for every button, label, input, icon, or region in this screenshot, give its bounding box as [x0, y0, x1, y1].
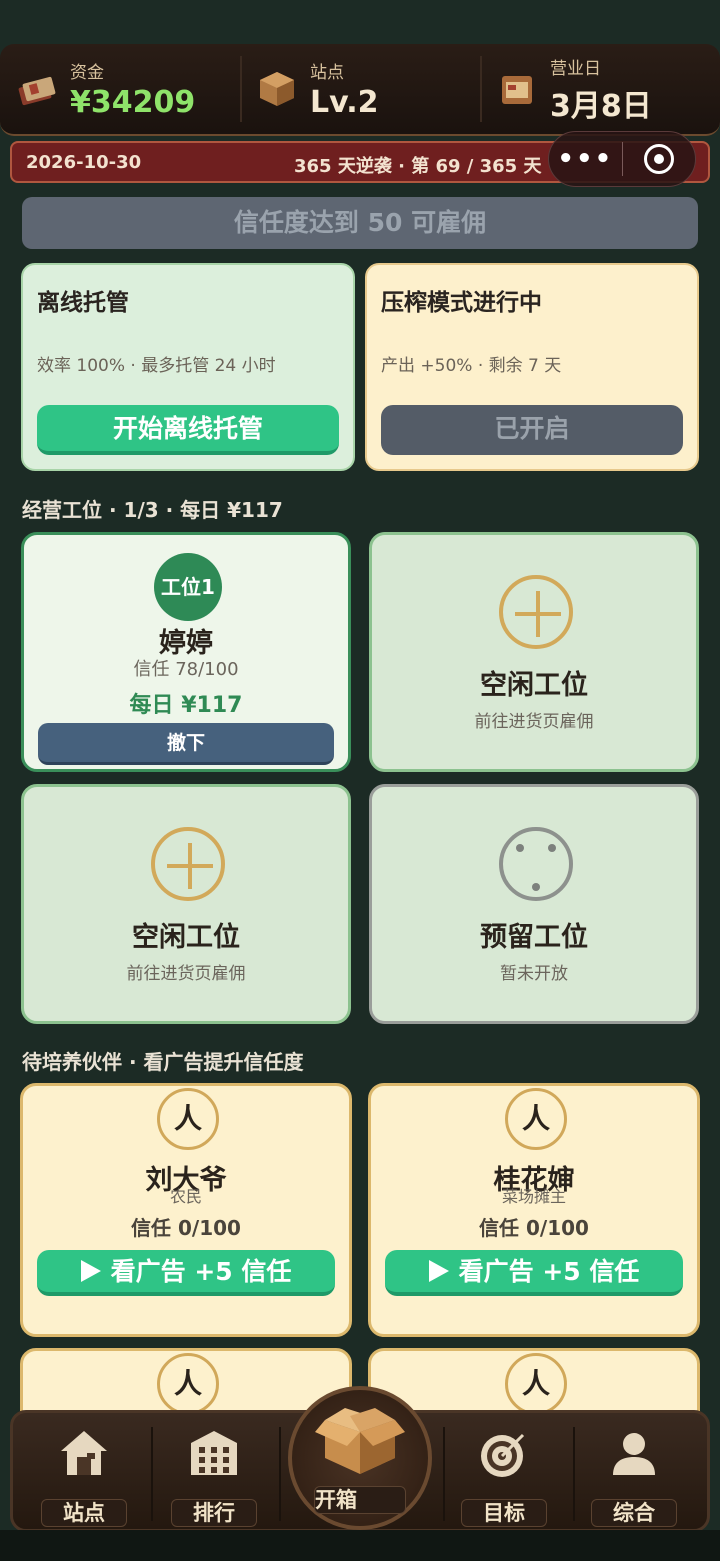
resource-bar: 资金 ¥34209 站点 Lv.2 营业日 3月8日: [0, 44, 720, 136]
stations-section-title: 经营工位 · 1/3 · 每日 ¥117: [22, 498, 283, 522]
nav-ranking-label: 排行: [171, 1499, 257, 1527]
mini-program-capsule: •••: [548, 131, 696, 187]
watch-ad-label: 看广告 +5 信任: [110, 1257, 292, 1286]
home-indicator-area: [0, 1530, 720, 1561]
station-label: 站点: [310, 63, 344, 83]
nav-ranking[interactable]: 排行: [149, 1423, 279, 1527]
close-mini-program-button[interactable]: [623, 144, 696, 174]
station-slot-1[interactable]: 工位1 婷婷 信任 78/100 每日 ¥117 撤下: [21, 532, 351, 772]
box-icon: [256, 68, 298, 110]
person-avatar-icon: 人: [157, 1353, 219, 1415]
offline-hosting-desc: 效率 100% · 最多托管 24 小时: [37, 356, 276, 376]
watch-ad-trust-button[interactable]: 看广告 +5 信任: [385, 1250, 683, 1296]
money-stack-icon: [16, 68, 58, 110]
slot-badge: 工位1: [154, 553, 222, 621]
plus-circle-icon: [499, 575, 573, 649]
nav-goal-label: 目标: [461, 1499, 547, 1527]
watch-ad-label: 看广告 +5 信任: [458, 1257, 640, 1286]
current-date: 2026-10-30: [26, 152, 142, 173]
slot-title: 空闲工位: [480, 670, 588, 701]
play-icon: [80, 1260, 101, 1282]
challenge-progress: 365 天逆袭 · 第 69 / 365 天: [294, 156, 542, 177]
worker-daily-income: 每日 ¥117: [129, 693, 243, 718]
nav-open-box[interactable]: 开箱: [288, 1386, 432, 1530]
partner-card: 人 刘大爷 农民 信任 0/100 看广告 +5 信任: [20, 1083, 352, 1337]
watch-ad-trust-button[interactable]: 看广告 +5 信任: [37, 1250, 335, 1296]
funds-label: 资金: [70, 63, 104, 83]
nav-station[interactable]: 站点: [19, 1423, 149, 1527]
slot-title: 预留工位: [480, 922, 588, 953]
squeeze-enabled-button: 已开启: [381, 405, 683, 455]
squeeze-mode-title: 压榨模式进行中: [381, 290, 542, 316]
slot-subtitle: 暂未开放: [500, 964, 568, 984]
slot-subtitle: 前往进货页雇佣: [126, 964, 246, 984]
hire-requirement-banner: 信任度达到 50 可雇佣: [22, 197, 698, 249]
nav-goal[interactable]: 目标: [439, 1423, 569, 1527]
worker-trust: 信任 78/100: [133, 659, 239, 680]
partner-trust: 信任 0/100: [131, 1216, 241, 1240]
record-circle-icon: [643, 144, 674, 174]
partner-card: 人 桂花婶 菜场摊主 信任 0/100 看广告 +5 信任: [368, 1083, 700, 1337]
person-avatar-icon: 人: [505, 1088, 567, 1150]
plus-circle-icon: [151, 827, 225, 901]
funds-value: ¥34209: [70, 85, 196, 120]
person-icon: [613, 1433, 655, 1475]
business-day-label: 营业日: [550, 58, 601, 79]
station-slot-2[interactable]: 空闲工位 前往进货页雇佣: [369, 532, 699, 772]
station-slot-4: 预留工位 暂未开放: [369, 784, 699, 1024]
more-menu-button[interactable]: •••: [549, 144, 622, 174]
slot-title: 空闲工位: [132, 922, 240, 953]
start-offline-hosting-button[interactable]: 开始离线托管: [37, 405, 339, 455]
building-icon: [191, 1431, 237, 1475]
station-slot-3[interactable]: 空闲工位 前往进货页雇佣: [21, 784, 351, 1024]
reserved-dots-icon: [499, 827, 573, 901]
open-box-icon: [315, 1408, 405, 1474]
nav-open-box-label: 开箱: [314, 1486, 406, 1514]
nav-station-label: 站点: [41, 1499, 127, 1527]
nav-general[interactable]: 综合: [569, 1423, 699, 1527]
partner-trust: 信任 0/100: [479, 1216, 589, 1240]
person-avatar-icon: 人: [505, 1353, 567, 1415]
nav-divider: [279, 1427, 281, 1521]
partners-section-title: 待培养伙伴 · 看广告提升信任度: [22, 1050, 304, 1074]
house-icon: [61, 1431, 107, 1475]
calendar-box-icon: [496, 68, 538, 110]
station-level: Lv.2: [310, 85, 379, 120]
slot-subtitle: 前往进货页雇佣: [474, 712, 594, 732]
business-day-panel: 营业日 3月8日: [480, 44, 720, 134]
funds-panel: 资金 ¥34209: [0, 44, 240, 134]
remove-worker-button[interactable]: 撤下: [38, 723, 334, 765]
partner-job: 菜场摊主: [501, 1187, 566, 1206]
station-panel: 站点 Lv.2: [240, 44, 480, 134]
squeeze-mode-card: 压榨模式进行中 产出 +50% · 剩余 7 天 已开启: [365, 263, 699, 471]
target-icon: [481, 1433, 525, 1477]
partner-job: 农民: [169, 1187, 202, 1206]
nav-general-label: 综合: [591, 1499, 677, 1527]
offline-hosting-card: 离线托管 效率 100% · 最多托管 24 小时 开始离线托管: [21, 263, 355, 471]
business-day-value: 3月8日: [550, 88, 652, 124]
squeeze-mode-desc: 产出 +50% · 剩余 7 天: [381, 356, 562, 376]
play-icon: [428, 1260, 449, 1282]
person-avatar-icon: 人: [157, 1088, 219, 1150]
offline-hosting-title: 离线托管: [37, 290, 129, 316]
